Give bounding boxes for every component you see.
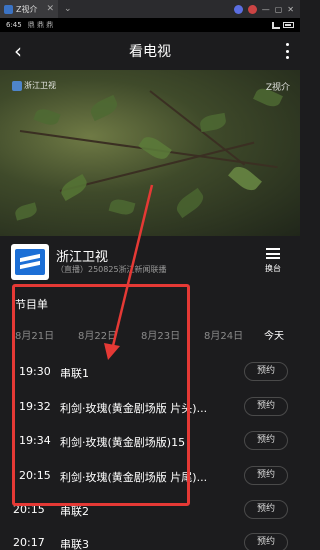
signal-icon (272, 21, 280, 29)
close-window-icon[interactable]: ✕ (287, 5, 294, 14)
program-time: 20:15 (13, 503, 45, 516)
reserve-button[interactable]: 预约 (244, 362, 288, 381)
switch-channel-label: 换台 (265, 264, 281, 273)
video-scene-leaf (228, 162, 262, 195)
reserve-button[interactable]: 预约 (244, 500, 288, 519)
channel-logo-icon (12, 80, 22, 91)
date-tab[interactable]: 8月23日 (141, 327, 180, 342)
date-tab[interactable]: 8月22日 (78, 327, 117, 342)
program-name: 利剑·玫瑰(黄金剧场版 片尾)... (60, 471, 208, 484)
annotation-arrow-head (104, 343, 120, 360)
reserve-button[interactable]: 预约 (244, 431, 288, 450)
program-row[interactable]: 19:30 串联1 预约 (0, 362, 300, 382)
minimize-icon[interactable]: — (262, 5, 270, 14)
video-scene-leaf (173, 187, 207, 219)
extension-icon[interactable] (233, 4, 243, 14)
channel-logo-icon (15, 249, 45, 275)
status-time: 6:45 (6, 21, 22, 29)
program-name: 串联2 (60, 505, 89, 518)
date-tab-today[interactable]: 今天 (264, 327, 284, 342)
program-time: 20:17 (13, 536, 45, 549)
video-scene-leaf (87, 94, 121, 122)
app-header: ‹ 看电视 (0, 32, 300, 70)
browser-tab-title: Z视介 (16, 4, 38, 14)
program-guide-title: 节目单 (15, 298, 48, 311)
switch-channel-icon (266, 248, 280, 259)
program-time: 20:15 (19, 469, 51, 482)
video-watermark-right: Z视介 (265, 83, 290, 93)
date-selector: 8月21日 8月22日 8月23日 8月24日 今天 (0, 327, 300, 343)
video-scene-leaf (33, 106, 61, 128)
battery-icon (283, 22, 294, 28)
date-tab[interactable]: 8月24日 (204, 327, 243, 342)
program-name: 利剑·玫瑰(黄金剧场版)15 (60, 436, 186, 449)
reserve-button[interactable]: 预约 (244, 466, 288, 485)
program-time: 19:32 (19, 400, 51, 413)
channel-info: 浙江卫视 （直播）250825浙江新闻联播 换台 (0, 236, 300, 284)
video-watermark-logo: 浙江卫视 (12, 80, 56, 91)
channel-logo (11, 244, 49, 280)
video-scene-leaf (108, 197, 136, 217)
program-row[interactable]: 19:32 利剑·玫瑰(黄金剧场版 片头)... 预约 (0, 397, 300, 417)
record-icon[interactable] (247, 4, 257, 14)
browser-tab[interactable]: Z视介 ✕ (0, 0, 58, 18)
program-time: 19:34 (19, 434, 51, 447)
video-scene-leaf (13, 202, 39, 221)
program-row[interactable]: 19:34 利剑·玫瑰(黄金剧场版)15 预约 (0, 431, 300, 451)
tab-dropdown-icon[interactable]: ⌄ (64, 4, 72, 14)
status-notification-icons: 鼎 鼎 鼎 (27, 21, 54, 29)
page-title: 看电视 (129, 44, 171, 60)
video-watermark-text: 浙江卫视 (24, 81, 56, 90)
reserve-button[interactable]: 预约 (244, 397, 288, 416)
window-icon[interactable]: ▢ (275, 5, 283, 14)
video-scene-leaf (198, 112, 228, 133)
reserve-button[interactable]: 预约 (244, 533, 288, 550)
more-vertical-icon[interactable] (286, 43, 290, 59)
video-scene-leaf (138, 132, 172, 164)
program-name: 利剑·玫瑰(黄金剧场版 片头)... (60, 402, 208, 415)
program-name: 串联1 (60, 367, 89, 380)
toolbar-icons: — ▢ ✕ (233, 4, 300, 14)
date-tab[interactable]: 8月21日 (15, 327, 54, 342)
program-row[interactable]: 20:15 利剑·玫瑰(黄金剧场版 片尾)... 预约 (0, 466, 300, 486)
app-favicon-icon (4, 4, 13, 14)
live-program-text: （直播）250825浙江新闻联播 (56, 265, 167, 274)
program-row[interactable]: 20:17 串联3 预约 (0, 533, 300, 550)
back-arrow-icon[interactable]: ‹ (0, 32, 36, 70)
tab-close-icon[interactable]: ✕ (46, 4, 54, 14)
browser-tab-bar: Z视介 ✕ ⌄ — ▢ ✕ (0, 0, 300, 18)
program-time: 19:30 (19, 365, 51, 378)
status-bar: 6:45 鼎 鼎 鼎 (0, 18, 300, 32)
program-name: 串联3 (60, 538, 89, 550)
channel-name: 浙江卫视 (56, 250, 109, 265)
switch-channel-button[interactable]: 换台 (260, 248, 286, 278)
video-player[interactable]: 浙江卫视 Z视介 (0, 70, 300, 236)
video-scene-leaf (58, 174, 90, 201)
program-row[interactable]: 20:15 串联2 预约 (0, 500, 300, 520)
